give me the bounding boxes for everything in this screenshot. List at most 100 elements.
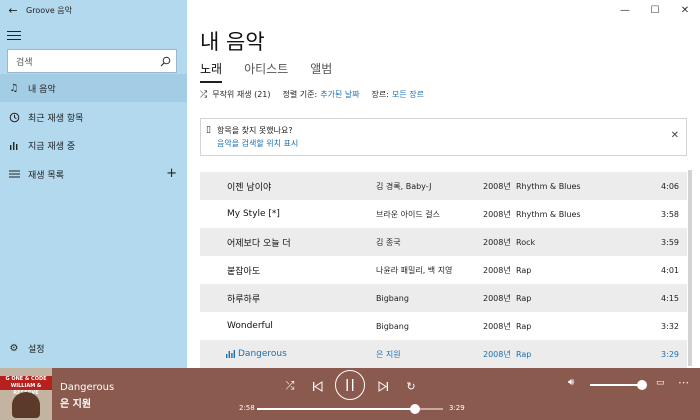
song-genre: Rhythm & Blues [516,181,581,191]
volume-handle[interactable] [637,380,647,390]
window-controls: — ☐ ✕ [610,0,700,20]
song-title: My Style [*] [227,209,280,219]
clock-icon [0,112,28,123]
title-bar: ← Groove 음악 [0,0,187,20]
album-art-band: G ONE & CODEWILLIAM & RESERVE [0,376,52,396]
app-title: Groove 음악 [26,5,73,15]
album-art-figure [12,392,40,418]
album-art[interactable]: G ONE & CODEWILLIAM & RESERVE [0,368,52,420]
table-row-now-playing[interactable]: Dangerous 은 지원 2008년 Rap 3:29 [200,340,687,368]
maximize-icon[interactable]: ☐ [640,0,670,20]
now-playing-artist[interactable]: 은 지원 [60,395,91,410]
search-icon[interactable] [154,50,176,72]
tab-artists[interactable]: 아티스트 [244,60,288,80]
song-genre: Rap [516,321,532,331]
song-artist: 김 경록, Baby-J [376,181,432,191]
minimize-icon[interactable]: — [610,0,640,20]
time-total: 3:29 [449,404,465,412]
song-duration: 4:01 [661,265,679,275]
shuffle-label: 무작위 재생 (21) [212,90,271,99]
device-icon: ▯ [206,125,211,135]
song-artist: 브라운 아이드 걸스 [376,209,440,219]
now-playing-bars-icon [226,349,235,360]
genre-value[interactable]: 모든 장르 [392,89,424,100]
notice-title: 항목을 찾지 못했나요? [217,126,293,135]
volume-icon[interactable]: 🔊︎ [568,377,574,388]
search-box[interactable]: 검색 [7,49,177,73]
table-row[interactable]: 어제보다 오늘 더 김 종국 2008년 Rock 3:59 [200,228,687,256]
volume-slider[interactable] [590,380,647,390]
song-genre: Rap [516,265,532,275]
genre-selector[interactable]: 장르: 모든 장르 [372,89,424,100]
song-duration: 4:15 [661,293,679,303]
close-icon[interactable]: ✕ [671,130,679,141]
song-duration: 4:06 [661,181,679,191]
close-icon[interactable]: ✕ [670,0,700,20]
song-artist: Bigbang [376,293,409,303]
table-row[interactable]: 이젠 남이야 김 경록, Baby-J 2008년 Rhythm & Blues… [200,172,687,200]
song-title: 하루하루 [227,294,261,305]
genre-label: 장르: [371,90,389,99]
shuffle-icon: ⤮ [200,89,208,100]
sidebar-item-now-playing[interactable]: 지금 재생 중 [0,131,187,159]
shuffle-button[interactable]: ⤮ 무작위 재생 (21) [200,89,271,100]
bars-icon [0,140,28,150]
song-duration: 3:29 [661,349,679,359]
scrollbar[interactable] [688,170,692,366]
playlist-icon [0,169,28,179]
song-genre: Rap [516,293,532,303]
song-genre: Rap [516,349,532,359]
table-row[interactable]: My Style [*] 브라운 아이드 걸스 2008년 Rhythm & B… [200,200,687,228]
table-row[interactable]: 하루하루 Bigbang 2008년 Rap 4:15 [200,284,687,312]
table-row[interactable]: Wonderful Bigbang 2008년 Rap 3:32 [200,312,687,340]
song-duration: 3:32 [661,321,679,331]
song-year: 2008년 [483,181,511,191]
tab-songs[interactable]: 노래 [200,60,223,83]
song-list: 이젠 남이야 김 경록, Baby-J 2008년 Rhythm & Blues… [200,172,687,368]
repeat-icon[interactable]: ↻ [403,376,419,396]
pause-button[interactable] [335,370,365,400]
song-artist: Bigbang [376,321,409,331]
sidebar-item-my-music[interactable]: ♫ 내 음악 [0,74,187,102]
add-playlist-icon[interactable]: + [166,166,177,181]
song-year: 2008년 [483,209,511,219]
back-arrow-icon[interactable]: ← [0,0,26,20]
seek-bar[interactable] [257,404,443,414]
sidebar-item-label: 최근 재생 항목 [28,113,84,124]
hamburger-menu-icon[interactable] [7,28,21,40]
seek-handle[interactable] [410,404,421,414]
missing-music-notice: ▯ 항목을 찾지 못했나요? 음악을 검색할 위치 표시 ✕ [200,118,687,156]
song-duration: 3:59 [661,237,679,247]
song-artist: 김 종국 [376,237,401,247]
sort-selector[interactable]: 정렬 기준: 추가된 날짜 [283,89,360,100]
now-playing-title[interactable]: Dangerous [60,382,114,393]
previous-icon[interactable] [309,376,325,396]
song-title: Dangerous [238,349,287,359]
table-row[interactable]: 붙잡아도 나윤라 패밀리, 백 지영 2008년 Rap 4:01 [200,256,687,284]
song-year: 2008년 [483,237,511,247]
notice-link[interactable]: 음악을 검색할 위치 표시 [217,138,298,149]
sort-value[interactable]: 추가된 날짜 [320,89,359,100]
search-input[interactable]: 검색 [8,55,154,68]
sidebar-item-label: 지금 재생 중 [28,141,76,152]
song-title: 이젠 남이야 [227,182,272,193]
sort-label: 정렬 기준: [282,90,318,99]
sidebar-item-settings[interactable]: ⚙ 설정 [0,334,187,362]
song-artist: 은 지원 [376,349,401,359]
sidebar-item-label: 설정 [28,344,45,355]
filter-bar: ⤮ 무작위 재생 (21) 정렬 기준: 추가된 날짜 장르: 모든 장르 [200,89,436,100]
sidebar-item-playlists[interactable]: 재생 목록 + [0,160,187,188]
mini-view-icon[interactable]: ▭ [656,378,665,388]
shuffle-icon[interactable]: ⤮ [282,376,298,396]
tab-albums[interactable]: 앨범 [310,60,332,80]
more-options-icon[interactable]: ⋯ [678,376,689,389]
song-duration: 3:58 [661,209,679,219]
song-title: 붙잡아도 [227,266,261,277]
time-elapsed: 2:58 [239,404,255,412]
song-year: 2008년 [483,293,511,303]
tab-bar: 노래 아티스트 앨범 [200,60,354,83]
gear-icon: ⚙ [9,342,19,354]
song-artist: 나윤라 패밀리, 백 지영 [376,265,453,275]
next-icon[interactable] [375,376,391,396]
sidebar-item-recent[interactable]: 최근 재생 항목 [0,103,187,131]
